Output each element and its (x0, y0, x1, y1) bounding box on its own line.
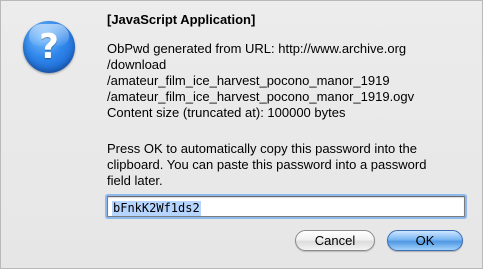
instruction-line: Press OK to automatically copy this pass… (107, 141, 417, 156)
instruction-line: clipboard. You can paste this password i… (107, 157, 427, 172)
message-line: Content size (truncated at): 100000 byte… (107, 105, 346, 120)
message-line: /download (107, 57, 167, 72)
instruction-line: field later. (107, 173, 163, 188)
javascript-prompt-dialog: ? [JavaScript Application] ObPwd generat… (0, 0, 483, 269)
password-field[interactable]: bFnkK2Wf1ds2 (107, 196, 465, 217)
dialog-message: ObPwd generated from URL: http://www.arc… (107, 41, 467, 121)
dialog-title: [JavaScript Application] (107, 12, 256, 27)
message-line: /amateur_film_ice_harvest_pocono_manor_1… (107, 73, 390, 88)
ok-button[interactable]: OK (387, 230, 463, 251)
question-mark-icon: ? (23, 21, 75, 73)
dialog-instructions: Press OK to automatically copy this pass… (107, 141, 467, 189)
message-line: ObPwd generated from URL: http://www.arc… (107, 41, 407, 56)
password-value[interactable]: bFnkK2Wf1ds2 (112, 201, 201, 216)
message-line: /amateur_film_ice_harvest_pocono_manor_1… (107, 89, 415, 104)
icon-glyph: ? (39, 27, 59, 67)
cancel-button[interactable]: Cancel (295, 230, 375, 251)
